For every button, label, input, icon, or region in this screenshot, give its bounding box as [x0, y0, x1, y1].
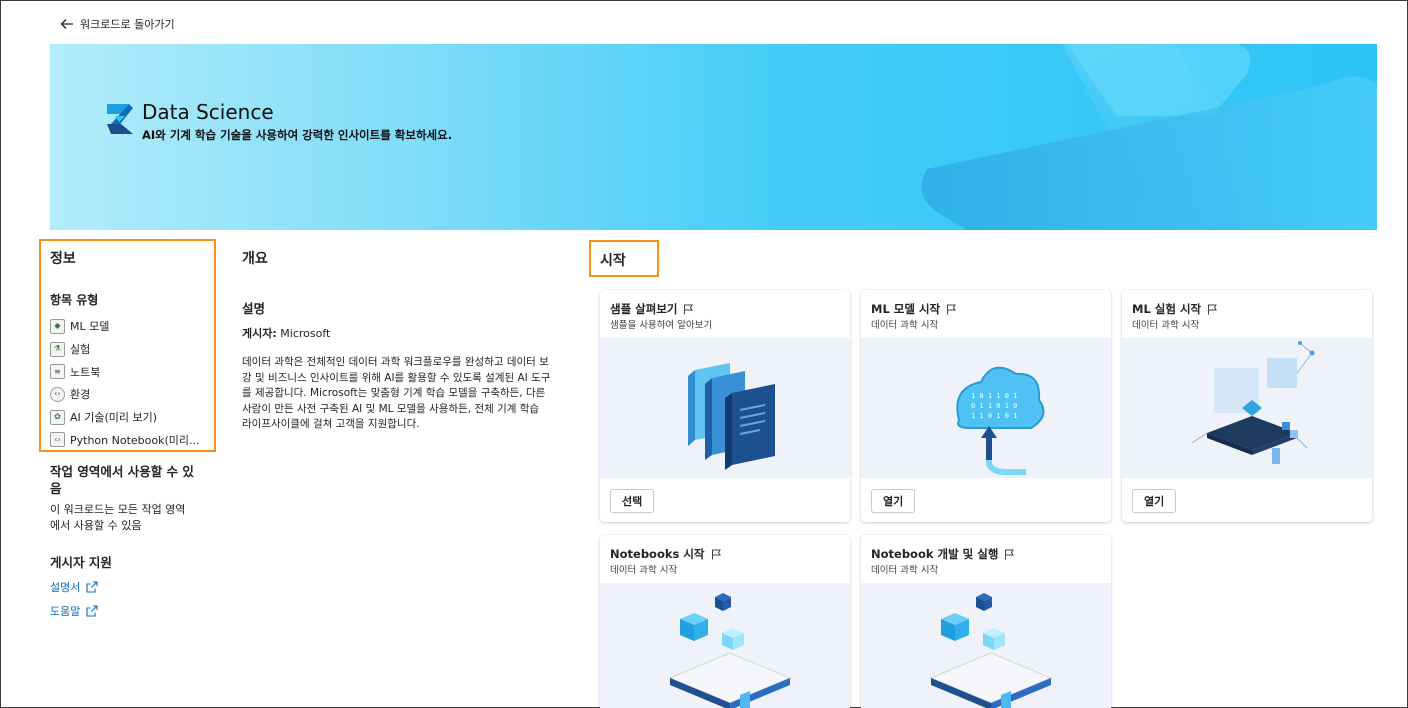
item-types-list: ◆ ML 모델 ⚗ 실험 ≡ 노트북 ‹› 환경 ✿ AI 기술(미리 보기) … [50, 315, 210, 451]
item-type-label: ML 모델 [70, 320, 110, 334]
overview-column: 개요 설명 게시자: Microsoft 데이터 과학은 전체적인 데이터 과학… [242, 248, 552, 433]
overview-description: 데이터 과학은 전체적인 데이터 과학 워크플로우를 완성하고 데이터 보강 및… [242, 356, 551, 430]
hero-banner: Data Science AI와 기계 학습 기술을 사용하여 강력한 인사이트… [50, 44, 1377, 230]
list-item: ⚗ 실험 [50, 338, 210, 361]
item-types-heading: 항목 유형 [50, 293, 99, 307]
card-notebook-develop-run[interactable]: Notebook 개발 및 실행 데이터 과학 시작 [861, 535, 1111, 708]
card-title-label: 샘플 살펴보기 [610, 302, 678, 316]
card-title-label: ML 실험 시작 [1132, 302, 1202, 316]
cloud-upload-illustration: 1 0 1 1 0 1 0 1 1 0 1 0 1 1 0 1 0 1 [861, 338, 1111, 478]
publisher-label: 게시자: [242, 327, 277, 340]
list-item: ‹› Python Notebook(미리... [50, 428, 210, 451]
list-item: ◆ ML 모델 [50, 315, 210, 338]
card-title: ML 모델 시작 [871, 301, 957, 317]
book-cubes-illustration [861, 583, 1111, 708]
info-heading: 정보 [50, 251, 76, 267]
select-button[interactable]: 선택 [610, 489, 655, 513]
documentation-link[interactable]: 설명서 [50, 579, 210, 595]
item-type-label: Python Notebook(미리... [70, 433, 200, 447]
notebook-icon: ≡ [50, 364, 65, 380]
back-link-label: 워크로드로 돌아가기 [80, 18, 175, 31]
card-ml-model-start[interactable]: ML 모델 시작 데이터 과학 시작 1 0 1 1 0 1 0 1 1 0 1 … [861, 290, 1111, 522]
svg-text:1 0 1 1 0 1: 1 0 1 1 0 1 [971, 392, 1017, 400]
card-subtitle: 샘플을 사용하여 알아보기 [610, 320, 713, 331]
flag-icon [947, 304, 956, 314]
list-item: ✿ AI 기술(미리 보기) [50, 406, 210, 429]
card-subtitle: 데이터 과학 시작 [1132, 320, 1200, 331]
documents-illustration [600, 338, 850, 478]
card-notebooks-start[interactable]: Notebooks 시작 데이터 과학 시작 [600, 535, 850, 708]
data-science-logo-icon [107, 104, 133, 134]
svg-text:0 1 1 0 1 0: 0 1 1 0 1 0 [971, 402, 1017, 410]
experiment-icon: ⚗ [50, 341, 65, 357]
overview-heading: 개요 [242, 251, 268, 267]
item-type-label: 환경 [70, 388, 91, 402]
help-link-label: 도움말 [50, 605, 81, 619]
item-type-label: 노트북 [70, 365, 101, 379]
page-title: Data Science [142, 100, 274, 124]
open-button[interactable]: 열기 [1132, 489, 1177, 513]
experiment-illustration [1122, 338, 1372, 478]
python-notebook-icon: ‹› [50, 432, 65, 448]
start-heading: 시작 [600, 253, 626, 269]
item-type-label: AI 기술(미리 보기) [70, 411, 158, 425]
page-subtitle: AI와 기계 학습 기술을 사용하여 강력한 인사이트를 확보하세요. [142, 128, 453, 142]
back-to-workloads-link[interactable]: 워크로드로 돌아가기 [60, 16, 175, 32]
banner-decoration [921, 44, 1377, 230]
publisher-line: 게시자: Microsoft [242, 325, 552, 341]
external-link-icon [86, 605, 98, 617]
external-link-icon [86, 581, 98, 593]
flag-icon [1208, 304, 1217, 314]
card-title: ML 실험 시작 [1132, 301, 1218, 317]
info-column: 정보 항목 유형 ◆ ML 모델 ⚗ 실험 ≡ 노트북 ‹› 환경 ✿ AI 기… [50, 248, 210, 619]
card-title-label: ML 모델 시작 [871, 302, 941, 316]
card-title-label: Notebooks 시작 [610, 547, 705, 561]
card-subtitle: 데이터 과학 시작 [871, 320, 939, 331]
ai-skill-icon: ✿ [50, 409, 65, 425]
workspace-availability-heading: 작업 영역에서 사용할 수 있음 [50, 464, 194, 497]
list-item: ≡ 노트북 [50, 360, 210, 383]
card-ml-experiment-start[interactable]: ML 실험 시작 데이터 과학 시작 열기 [1122, 290, 1372, 522]
publisher-value: Microsoft [280, 327, 331, 340]
flag-icon [1005, 549, 1015, 559]
card-title: Notebooks 시작 [610, 546, 722, 562]
help-link[interactable]: 도움말 [50, 603, 210, 619]
card-subtitle: 데이터 과학 시작 [871, 565, 939, 576]
flag-icon [711, 549, 721, 559]
open-button[interactable]: 열기 [871, 489, 916, 513]
list-item: ‹› 환경 [50, 383, 210, 406]
card-title-label: Notebook 개발 및 실행 [871, 547, 999, 561]
card-subtitle: 데이터 과학 시작 [610, 565, 678, 576]
description-label: 설명 [242, 301, 266, 316]
documentation-link-label: 설명서 [50, 581, 81, 595]
book-cubes-illustration [600, 583, 850, 708]
workspace-availability-text: 이 워크로드는 모든 작업 영역에서 사용할 수 있음 [50, 503, 186, 533]
svg-text:1 1 0 1 0 1: 1 1 0 1 0 1 [971, 412, 1017, 420]
flag-icon [684, 304, 694, 314]
card-title: 샘플 살펴보기 [610, 301, 694, 317]
card-explore-samples[interactable]: 샘플 살펴보기 샘플을 사용하여 알아보기 선택 [600, 290, 850, 522]
item-type-label: 실험 [70, 343, 91, 357]
environment-icon: ‹› [50, 386, 65, 402]
arrow-left-icon [60, 19, 73, 29]
card-title: Notebook 개발 및 실행 [871, 546, 1015, 562]
ml-model-icon: ◆ [50, 318, 65, 334]
publisher-support-heading: 게시자 지원 [50, 555, 112, 571]
